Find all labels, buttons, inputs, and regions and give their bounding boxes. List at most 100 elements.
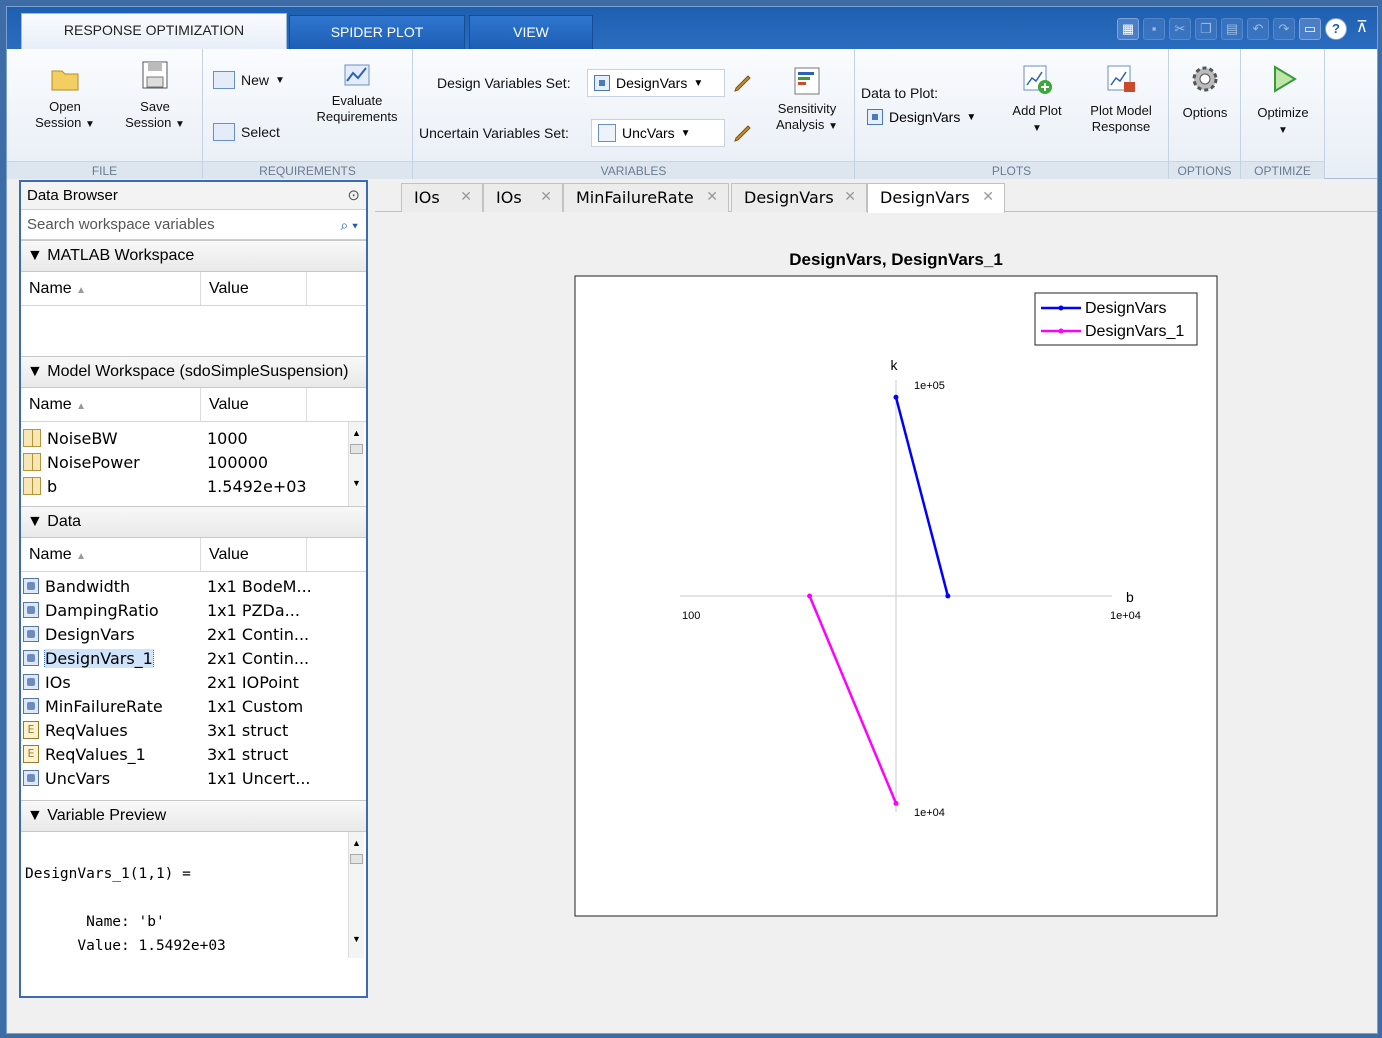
evaluate-requirements-button[interactable]: Evaluate Requirements xyxy=(307,61,407,125)
list-item[interactable]: NoisePower 100000 xyxy=(21,450,366,474)
tick-label-b-max: 1e+04 xyxy=(1110,610,1141,622)
doc-tab-label: DesignVars xyxy=(880,188,970,207)
model-workspace-title: Model Workspace (sdoSimpleSuspension) xyxy=(47,363,349,380)
scroll-thumb[interactable] xyxy=(350,444,363,454)
list-item[interactable]: IOs 2x1 IOPoint xyxy=(21,670,366,694)
quick-access-toolbar: ▦ ▪ ✂ ❐ ▤ ↶ ↷ ▭ ? ⊼ xyxy=(1117,17,1373,41)
doc-tab-designvars[interactable]: DesignVars ✕ xyxy=(731,183,867,212)
paste-icon[interactable]: ▤ xyxy=(1221,18,1243,40)
doc-tab-designvars-active[interactable]: DesignVars ✕ xyxy=(867,183,1005,213)
tab-view[interactable]: VIEW xyxy=(469,15,593,49)
legend-label: DesignVars_1 xyxy=(1085,323,1184,340)
tab-spider-plot[interactable]: SPIDER PLOT xyxy=(289,15,465,49)
close-icon[interactable]: ✕ xyxy=(540,184,552,211)
list-item[interactable]: E ReqValues 3x1 struct xyxy=(21,718,366,742)
matrix-icon xyxy=(23,453,41,471)
optimize-button[interactable]: Optimize ▼ xyxy=(1245,63,1321,139)
data-browser-header: Data Browser ⊙ xyxy=(21,182,366,210)
object-icon xyxy=(23,602,39,618)
scroll-down-icon[interactable]: ▼ xyxy=(349,478,364,488)
data-section-header[interactable]: ▼ Data xyxy=(21,506,366,538)
scroll-up-icon[interactable]: ▲ xyxy=(349,838,364,848)
help-icon[interactable]: ? xyxy=(1325,18,1347,40)
list-item[interactable]: DesignVars_1 2x1 Contin... xyxy=(21,646,366,670)
list-item[interactable]: DampingRatio 1x1 PZDa... xyxy=(21,598,366,622)
uncertain-variables-dropdown[interactable]: UncVars ▼ xyxy=(591,119,725,147)
new-requirement-button[interactable]: New ▼ xyxy=(213,71,285,89)
name-column-header[interactable]: Name ▲ xyxy=(21,538,201,571)
list-item[interactable]: DesignVars 2x1 Contin... xyxy=(21,622,366,646)
panel-menu-icon[interactable]: ⊙ xyxy=(347,182,360,209)
design-variables-dropdown[interactable]: DesignVars ▼ xyxy=(587,69,725,97)
axis-label-k: k xyxy=(891,357,899,373)
value-column-header[interactable]: Value xyxy=(201,538,307,571)
spider-plot[interactable]: DesignVars, DesignVars_1b k 100 1e+04 1e+05 1… xyxy=(377,213,1377,1034)
save-icon[interactable]: ▪ xyxy=(1143,18,1165,40)
data-browser-panel: Data Browser ⊙ Search workspace variable… xyxy=(19,180,368,998)
model-workspace-columns: Name ▲ Value xyxy=(21,388,366,422)
tab-response-optimization[interactable]: RESPONSE OPTIMIZATION xyxy=(21,13,287,50)
open-session-button[interactable]: Open Session ▼ xyxy=(21,63,109,133)
layout-icon[interactable]: ▦ xyxy=(1117,18,1139,40)
name-column-header[interactable]: Name ▲ xyxy=(21,272,201,305)
data-to-plot-value: DesignVars xyxy=(889,109,961,125)
search-icon[interactable]: ⌕ ▾ xyxy=(340,210,358,240)
close-icon[interactable]: ✕ xyxy=(982,184,994,211)
legend-marker xyxy=(1058,305,1064,311)
doc-tab-minfailurerate[interactable]: MinFailureRate ✕ xyxy=(563,183,729,212)
matlab-workspace-header[interactable]: ▼ MATLAB Workspace xyxy=(21,240,366,272)
list-item[interactable]: b 1.5492e+03 xyxy=(21,474,366,498)
close-icon[interactable]: ✕ xyxy=(844,184,856,211)
edit-design-variables-icon[interactable] xyxy=(731,71,755,95)
name-column-header[interactable]: Name ▲ xyxy=(21,388,201,421)
window-icon[interactable]: ▭ xyxy=(1299,18,1321,40)
model-workspace-scrollbar[interactable]: ▲ ▼ xyxy=(348,422,364,506)
doc-tab-ios[interactable]: IOs ✕ xyxy=(401,183,483,212)
sensitivity-analysis-button[interactable]: Sensitivity Analysis ▼ xyxy=(763,65,851,135)
collapse-ribbon-icon[interactable]: ⊼ xyxy=(1351,18,1373,40)
save-session-button[interactable]: Save Session ▼ xyxy=(111,59,199,133)
add-plot-icon xyxy=(1023,65,1052,94)
preview-line xyxy=(25,838,362,862)
scroll-down-icon[interactable]: ▼ xyxy=(349,934,364,944)
edit-uncertain-variables-icon[interactable] xyxy=(731,121,755,145)
doc-tab-ios-2[interactable]: IOs ✕ xyxy=(483,183,563,212)
preview-scrollbar[interactable]: ▲ ▼ xyxy=(348,832,364,958)
matlab-workspace-title: MATLAB Workspace xyxy=(47,247,195,264)
add-plot-button[interactable]: Add Plot ▼ xyxy=(1003,63,1071,137)
list-item[interactable]: UncVars 1x1 Uncert... xyxy=(21,766,366,790)
close-icon[interactable]: ✕ xyxy=(460,184,472,211)
variable-preview-header[interactable]: ▼ Variable Preview xyxy=(21,800,366,832)
plot-model-response-button[interactable]: Plot Model Response xyxy=(1077,63,1165,135)
select-requirement-button[interactable]: Select xyxy=(213,123,280,141)
open-label-2: Session xyxy=(35,115,82,130)
variable-value: 1x1 Custom xyxy=(207,696,304,716)
redo-icon[interactable]: ↷ xyxy=(1273,18,1295,40)
data-to-plot-dropdown[interactable]: DesignVars ▼ xyxy=(861,103,997,131)
object-icon xyxy=(23,578,39,594)
copy-icon[interactable]: ❐ xyxy=(1195,18,1217,40)
model-workspace-header[interactable]: ▼ Model Workspace (sdoSimpleSuspension) xyxy=(21,356,366,388)
add-plot-label: Add Plot xyxy=(1012,103,1062,118)
options-label: Options xyxy=(1182,105,1228,120)
series-point-k xyxy=(893,394,899,400)
value-column-header[interactable]: Value xyxy=(201,388,307,421)
document-tab-bar: IOs ✕ IOs ✕ MinFailureRate ✕ DesignVars ✕ De… xyxy=(375,180,1377,213)
list-item[interactable]: E ReqValues_1 3x1 struct xyxy=(21,742,366,766)
series-point-b xyxy=(945,593,951,599)
disk-icon xyxy=(142,61,168,89)
undo-icon[interactable]: ↶ xyxy=(1247,18,1269,40)
folder-icon xyxy=(51,70,79,91)
value-column-header[interactable]: Value xyxy=(201,272,307,305)
uncertain-variables-label: Uncertain Variables Set: xyxy=(419,125,569,141)
workspace-search-field[interactable]: Search workspace variables ⌕ ▾ xyxy=(21,210,366,240)
options-button[interactable]: Options xyxy=(1173,63,1237,121)
cut-icon[interactable]: ✂ xyxy=(1169,18,1191,40)
scroll-thumb[interactable] xyxy=(350,854,363,864)
list-item[interactable]: Bandwidth 1x1 BodeM... xyxy=(21,574,366,598)
scroll-up-icon[interactable]: ▲ xyxy=(349,428,364,438)
list-item[interactable]: NoiseBW 1000 xyxy=(21,426,366,450)
series-point-k xyxy=(893,800,899,806)
close-icon[interactable]: ✕ xyxy=(706,184,718,211)
list-item[interactable]: MinFailureRate 1x1 Custom xyxy=(21,694,366,718)
